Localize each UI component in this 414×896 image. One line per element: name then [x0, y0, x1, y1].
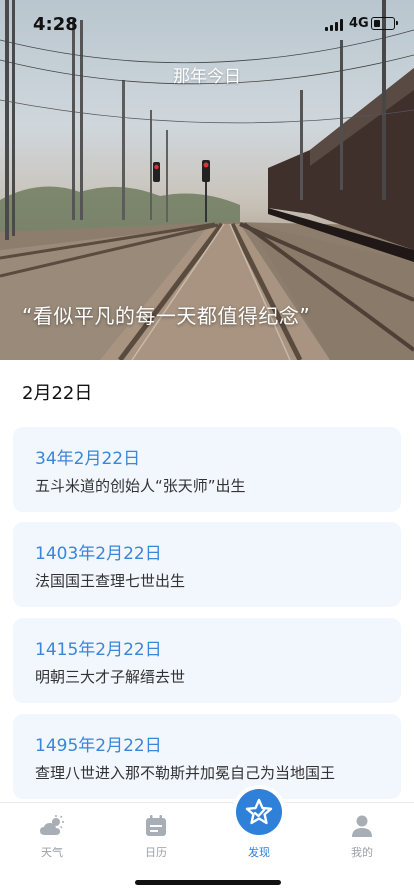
event-card[interactable]: 1495年2月22日 查理八世进入那不勒斯并加冕自己为当地国王: [13, 714, 401, 799]
tab-discover[interactable]: 发现: [219, 789, 299, 863]
event-description: 明朝三大才子解缙去世: [35, 668, 186, 686]
tab-label: 我的: [351, 846, 373, 859]
battery-icon: [371, 17, 398, 30]
event-description: 法国国王查理七世出生: [35, 572, 186, 590]
event-date: 1495年2月22日: [35, 736, 162, 756]
page-title: 那年今日: [173, 67, 241, 87]
event-date: 1403年2月22日: [35, 544, 162, 564]
profile-icon: [352, 815, 372, 837]
calendar-icon: [146, 815, 166, 836]
status-bar: 4:28 4G: [0, 0, 414, 50]
event-description: 五斗米道的创始人“张天师”出生: [35, 477, 246, 495]
hero-banner: 4:28 4G 那年今日 “看似平凡的每一天都值得纪念”: [0, 0, 414, 360]
event-card[interactable]: 34年2月22日 五斗米道的创始人“张天师”出生: [13, 427, 401, 512]
home-indicator: [135, 880, 281, 885]
tab-label: 天气: [41, 846, 63, 859]
tab-label: 发现: [248, 846, 270, 859]
status-time: 4:28: [33, 14, 78, 35]
tab-weather[interactable]: 天气: [12, 803, 92, 863]
event-date: 1415年2月22日: [35, 640, 162, 660]
discover-fab[interactable]: [236, 789, 282, 835]
signal-strength-icon: [325, 19, 345, 31]
discover-star-icon: [245, 798, 273, 825]
event-date: 34年2月22日: [35, 449, 141, 469]
date-heading: 2月22日: [22, 383, 93, 404]
tab-label: 日历: [145, 846, 167, 859]
event-description: 查理八世进入那不勒斯并加冕自己为当地国王: [35, 764, 336, 782]
event-card[interactable]: 1403年2月22日 法国国王查理七世出生: [13, 522, 401, 607]
tab-calendar[interactable]: 日历: [116, 803, 196, 863]
tab-profile[interactable]: 我的: [322, 803, 402, 863]
hero-quote: “看似平凡的每一天都值得纪念”: [22, 304, 311, 328]
weather-icon: [40, 815, 64, 835]
event-card[interactable]: 1415年2月22日 明朝三大才子解缙去世: [13, 618, 401, 703]
network-type: 4G: [349, 16, 369, 31]
